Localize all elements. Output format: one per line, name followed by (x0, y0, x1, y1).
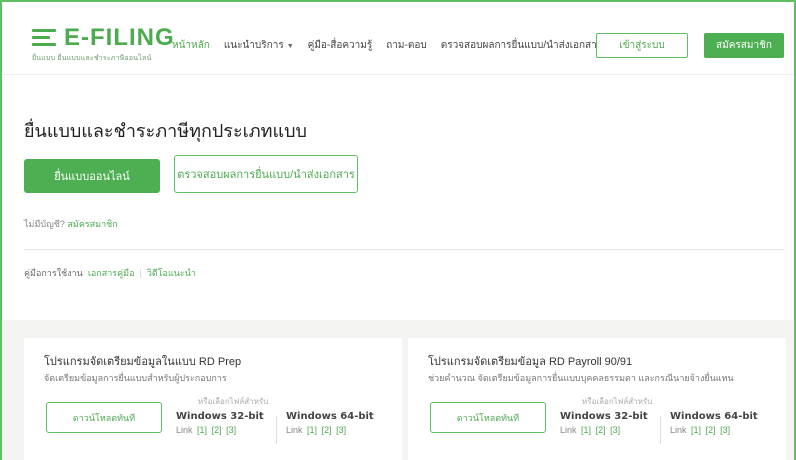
register-button[interactable]: สมัครสมาชิก (704, 33, 784, 58)
download-links: Link [1] [2] [3] (176, 425, 237, 435)
rd-payroll-card: โปรแกรมจัดเตรียมข้อมูล RD Payroll 90/91 … (408, 338, 786, 460)
os-option-32bit: Windows 32-bit Link [1] [2] [3] (560, 411, 648, 435)
download-link-2[interactable]: [2] (322, 425, 332, 435)
card-title: โปรแกรมจัดเตรียมข้อมูลในแบบ RD Prep (44, 356, 242, 368)
logo-e-icon (32, 27, 58, 49)
manual-label: คู่มือการใช้งาน (24, 268, 83, 278)
os-option-32bit: Windows 32-bit Link [1] [2] [3] (176, 411, 264, 435)
manual-document-link[interactable]: เอกสารคู่มือ (88, 266, 135, 280)
os-name: Windows 32-bit (560, 411, 648, 422)
download-link-1[interactable]: [1] (581, 425, 591, 435)
download-link-1[interactable]: [1] (307, 425, 317, 435)
chevron-down-icon: ▼ (286, 43, 294, 50)
download-now-button[interactable]: ดาวน์โหลดทันที (430, 402, 546, 433)
os-name: Windows 32-bit (176, 411, 264, 422)
nav-item-home[interactable]: หน้าหลัก (172, 38, 210, 53)
card-description: จัดเตรียมข้อมูลการยื่นแบบสำหรับผู้ประกอบ… (44, 373, 227, 383)
download-links: Link [1] [2] [3] (560, 425, 621, 435)
download-link-3[interactable]: [3] (336, 425, 346, 435)
link-separator: | (139, 268, 142, 278)
site-header: E-FILING ยื่นแบบ ยื่นแบบและชำระภาษีออนไล… (2, 2, 794, 72)
manual-video-link[interactable]: วิดีโอแนะนำ (147, 266, 196, 280)
os-option-64bit: Windows 64-bit Link [1] [2] [3] (286, 411, 374, 435)
nav-item-faq[interactable]: ถาม-ตอบ (386, 38, 426, 53)
nav-item-manuals[interactable]: คู่มือ-สื่อความรู้ (308, 38, 373, 53)
os-divider (276, 416, 277, 444)
section-divider (24, 249, 784, 250)
download-link-2[interactable]: [2] (706, 425, 716, 435)
manual-links: คู่มือการใช้งาน เอกสารคู่มือ | วิดีโอแนะ… (24, 266, 196, 280)
main-nav: หน้าหลัก แนะนำบริการ ▼ คู่มือ-สื่อความรู้… (172, 38, 602, 53)
download-link-1[interactable]: [1] (197, 425, 207, 435)
download-links: Link [1] [2] [3] (670, 425, 731, 435)
no-account-line: ไม่มีบัญชี? สมัครสมาชิก (24, 217, 118, 231)
check-status-button[interactable]: ตรวจสอบผลการยื่นแบบ/นำส่งเอกสาร (174, 155, 358, 193)
nav-item-services[interactable]: แนะนำบริการ ▼ (224, 38, 294, 53)
os-name: Windows 64-bit (670, 411, 758, 422)
choose-file-label: หรือเลือกไฟล์สำหรับ (582, 397, 653, 406)
card-title: โปรแกรมจัดเตรียมข้อมูล RD Payroll 90/91 (428, 356, 633, 368)
login-button[interactable]: เข้าสู่ระบบ (596, 33, 688, 58)
page-title: ยื่นแบบและชำระภาษีทุกประเภทแบบ (24, 121, 307, 141)
brand-name: E-FILING (64, 24, 175, 51)
download-link-3[interactable]: [3] (720, 425, 730, 435)
brand-subtitle: ยื่นแบบ ยื่นแบบและชำระภาษีออนไลน์ (32, 55, 152, 62)
nav-item-check-status[interactable]: ตรวจสอบผลการยื่นแบบ/นำส่งเอกสาร (441, 38, 602, 53)
download-now-button[interactable]: ดาวน์โหลดทันที (46, 402, 162, 433)
os-option-64bit: Windows 64-bit Link [1] [2] [3] (670, 411, 758, 435)
download-link-2[interactable]: [2] (596, 425, 606, 435)
download-link-3[interactable]: [3] (226, 425, 236, 435)
register-link[interactable]: สมัครสมาชิก (67, 219, 117, 229)
os-name: Windows 64-bit (286, 411, 374, 422)
card-description: ช่วยคำนวณ จัดเตรียมข้อมูลการยื่นแบบบุคคล… (428, 373, 734, 383)
no-account-text: ไม่มีบัญชี? (24, 219, 65, 229)
os-divider (660, 416, 661, 444)
page-frame: E-FILING ยื่นแบบ ยื่นแบบและชำระภาษีออนไล… (0, 0, 796, 460)
header-divider (2, 74, 794, 75)
file-online-button[interactable]: ยื่นแบบออนไลน์ (24, 159, 160, 193)
download-link-1[interactable]: [1] (691, 425, 701, 435)
choose-file-label: หรือเลือกไฟล์สำหรับ (198, 397, 269, 406)
rd-prep-card: โปรแกรมจัดเตรียมข้อมูลในแบบ RD Prep จัดเ… (24, 338, 402, 460)
download-link-3[interactable]: [3] (610, 425, 620, 435)
download-link-2[interactable]: [2] (212, 425, 222, 435)
download-links: Link [1] [2] [3] (286, 425, 347, 435)
logo[interactable]: E-FILING ยื่นแบบ ยื่นแบบและชำระภาษีออนไล… (32, 24, 175, 64)
